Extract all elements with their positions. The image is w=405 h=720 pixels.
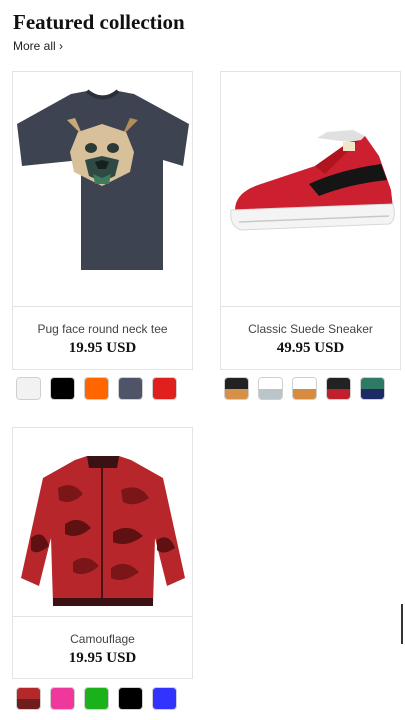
- swatch-black[interactable]: [50, 377, 75, 400]
- product-price: 19.95 USD: [68, 340, 137, 356]
- swatch-black-tan[interactable]: [224, 377, 249, 400]
- product-name[interactable]: Classic Suede Sneaker: [221, 322, 400, 336]
- product-card-suede-sneaker[interactable]: Classic Suede Sneaker 49.95 USD: [220, 71, 401, 370]
- camo-jacket-image: [21, 456, 185, 606]
- swatch-white-grey[interactable]: [258, 377, 283, 400]
- swatch-green-navy[interactable]: [360, 377, 385, 400]
- scrollbar-thumb[interactable]: [401, 604, 403, 644]
- product-name[interactable]: Pug face round neck tee: [13, 322, 192, 336]
- product-name[interactable]: Camouflage: [13, 632, 192, 646]
- more-all-link[interactable]: More all ›: [13, 39, 63, 53]
- swatch-white-tan[interactable]: [292, 377, 317, 400]
- color-swatches: [224, 377, 385, 400]
- swatch-white[interactable]: [16, 377, 41, 400]
- product-image[interactable]: [13, 428, 192, 617]
- swatch-green[interactable]: [84, 687, 109, 710]
- product-price: 49.95 USD: [276, 340, 345, 356]
- swatch-black-red[interactable]: [326, 377, 351, 400]
- sneaker-image: [230, 130, 395, 231]
- swatch-red[interactable]: [152, 377, 177, 400]
- swatch-orange[interactable]: [84, 377, 109, 400]
- color-swatches: [16, 377, 177, 400]
- swatch-slate[interactable]: [118, 377, 143, 400]
- product-card-camouflage[interactable]: Camouflage 19.95 USD: [12, 427, 193, 679]
- product-image[interactable]: [221, 72, 400, 307]
- product-price: 19.95 USD: [68, 650, 137, 666]
- swatch-blue[interactable]: [152, 687, 177, 710]
- product-card-pug-tee[interactable]: Pug face round neck tee 19.95 USD: [12, 71, 193, 370]
- section-title: Featured collection: [13, 10, 185, 34]
- color-swatches: [16, 687, 177, 710]
- swatch-camo[interactable]: [16, 687, 41, 710]
- swatch-pink[interactable]: [50, 687, 75, 710]
- product-image[interactable]: [13, 72, 192, 307]
- swatch-black[interactable]: [118, 687, 143, 710]
- tshirt-pug-image: [17, 89, 189, 270]
